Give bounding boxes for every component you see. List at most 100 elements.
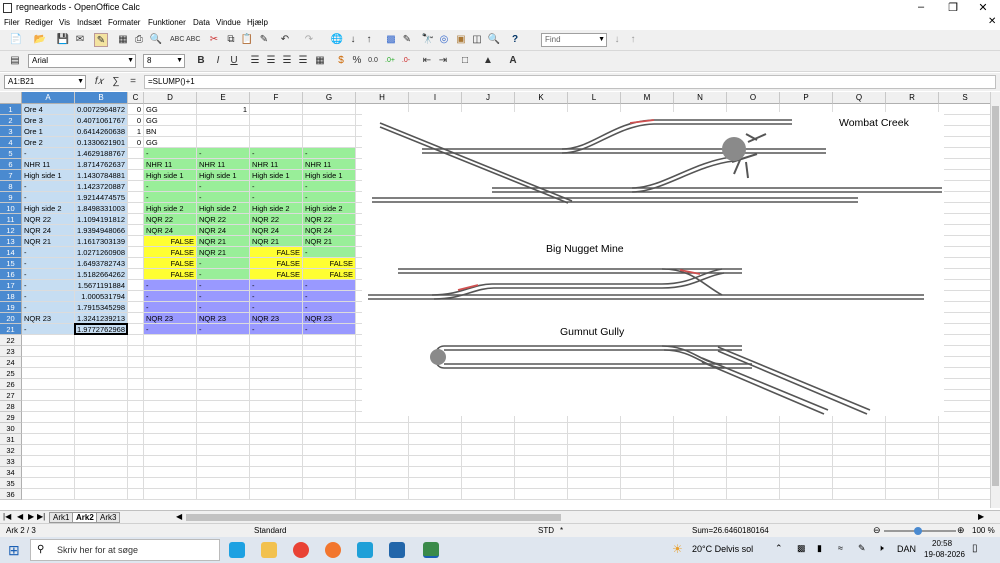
cut-icon[interactable]: ✂ [207,33,221,47]
zoom-icon[interactable]: 🔍 [487,33,501,47]
open-icon[interactable]: 📂 [33,33,47,47]
cell-c1[interactable]: 0 [128,104,143,114]
cell-b2[interactable]: 0.4071061767 [75,115,127,125]
zoom-out-icon[interactable]: ⊖ [873,525,881,536]
save-icon[interactable]: 💾 [56,33,70,47]
cell-d5[interactable]: - [144,148,196,158]
menu-vindue[interactable]: Vindue [216,18,241,27]
cell-c17[interactable] [128,280,143,290]
align-center-icon[interactable]: ☰ [264,54,278,68]
row-header[interactable]: 23 [0,346,22,357]
cell-d18[interactable]: - [144,291,196,301]
row-header[interactable]: 6 [0,159,22,170]
cell-f12[interactable]: NQR 24 [250,225,302,235]
cell-f5[interactable]: - [250,148,302,158]
cell-g4[interactable] [303,137,355,147]
row-header[interactable]: 29 [0,412,22,423]
hyperlink-icon[interactable]: 🌐 [330,33,344,47]
menu-rediger[interactable]: Rediger [25,18,53,27]
cell-f13[interactable]: NQR 21 [250,236,302,246]
vertical-scrollbar[interactable] [990,92,1000,508]
first-sheet-icon[interactable]: |◀ [3,512,11,521]
number-format-currency-icon[interactable]: $ [334,54,348,68]
cell-a18[interactable]: - [22,291,74,301]
cell-g13[interactable]: NQR 21 [303,236,355,246]
font-name-dropdown-icon[interactable]: ▼ [127,55,134,67]
cell-c18[interactable] [128,291,143,301]
cell-b8[interactable]: 1.1423720887 [75,181,127,191]
column-header-n[interactable]: N [674,92,727,104]
cell-a17[interactable]: - [22,280,74,290]
cell-c8[interactable] [128,181,143,191]
print-icon[interactable]: ⎙ [132,33,146,47]
row-header[interactable]: 25 [0,368,22,379]
cell-c16[interactable] [128,269,143,279]
taskbar-date[interactable]: 19-08-2026 [924,550,965,559]
cell-g21[interactable]: - [303,324,355,334]
cell-g5[interactable]: - [303,148,355,158]
help-icon[interactable]: ? [508,33,522,47]
cell-f2[interactable] [250,115,302,125]
cell-e7[interactable]: High side 1 [197,170,249,180]
cell-c2[interactable]: 0 [128,115,143,125]
cell-d13[interactable]: FALSE [144,236,196,246]
row-header[interactable]: 9 [0,192,22,203]
menu-filer[interactable]: Filer [4,18,20,27]
cell-e3[interactable] [197,126,249,136]
column-header-m[interactable]: M [621,92,674,104]
cell-c15[interactable] [128,258,143,268]
windows-start-icon[interactable]: ⊞ [8,542,20,559]
row-header[interactable]: 16 [0,269,22,280]
horizontal-scroll-thumb[interactable] [186,514,561,521]
align-right-icon[interactable]: ☰ [280,54,294,68]
row-header[interactable]: 1 [0,104,22,115]
close-document-icon[interactable]: ✕ [988,16,996,27]
column-header-h[interactable]: H [356,92,409,104]
zoom-level[interactable]: 100 % [972,526,995,535]
last-sheet-icon[interactable]: ▶| [37,512,45,521]
row-header[interactable]: 32 [0,445,22,456]
cell-g11[interactable]: NQR 22 [303,214,355,224]
cell-f18[interactable]: - [250,291,302,301]
undo-icon[interactable]: ↶ [278,33,292,47]
cell-c20[interactable] [128,313,143,323]
cell-b1[interactable]: 0.0072964872 [75,104,127,114]
column-header-f[interactable]: F [250,92,303,104]
gallery-icon[interactable]: ▣ [454,33,468,47]
sheet-tab-ark3[interactable]: Ark3 [96,512,121,523]
cell-d12[interactable]: NQR 24 [144,225,196,235]
cell-b10[interactable]: 1.8498331003 [75,203,127,213]
row-header[interactable]: 2 [0,115,22,126]
cell-g15[interactable]: FALSE [303,258,355,268]
column-header-s[interactable]: S [939,92,990,104]
menu-funktioner[interactable]: Funktioner [148,18,186,27]
font-size-box[interactable]: 8 ▼ [143,54,185,68]
cell-e19[interactable]: - [197,302,249,312]
cell-e5[interactable]: - [197,148,249,158]
tray-chevron-icon[interactable]: ⌃ [775,543,783,554]
cell-g8[interactable]: - [303,181,355,191]
edge-icon[interactable] [229,542,245,558]
cell-d10[interactable]: High side 2 [144,203,196,213]
taskbar-search-box[interactable]: ⚲ Skriv her for at søge [30,539,220,561]
cell-d1[interactable]: GG [144,104,196,114]
hscroll-left-icon[interactable]: ◀ [176,512,182,521]
preview-icon[interactable]: 🔍 [149,33,163,47]
maximize-button[interactable]: ❐ [938,1,968,14]
cell-e17[interactable]: - [197,280,249,290]
row-header[interactable]: 28 [0,401,22,412]
row-header[interactable]: 18 [0,291,22,302]
cell-f4[interactable] [250,137,302,147]
column-header-k[interactable]: K [515,92,568,104]
cell-d6[interactable]: NHR 11 [144,159,196,169]
cell-g7[interactable]: High side 1 [303,170,355,180]
cell-c9[interactable] [128,192,143,202]
cell-d2[interactable]: GG [144,115,196,125]
cell-f11[interactable]: NQR 22 [250,214,302,224]
cell-c12[interactable] [128,225,143,235]
cell-b13[interactable]: 1.1617303139 [75,236,127,246]
column-header-l[interactable]: L [568,92,621,104]
vertical-scroll-thumb[interactable] [992,106,999,486]
row-header[interactable]: 36 [0,489,22,500]
close-button[interactable]: ✕ [968,1,998,14]
